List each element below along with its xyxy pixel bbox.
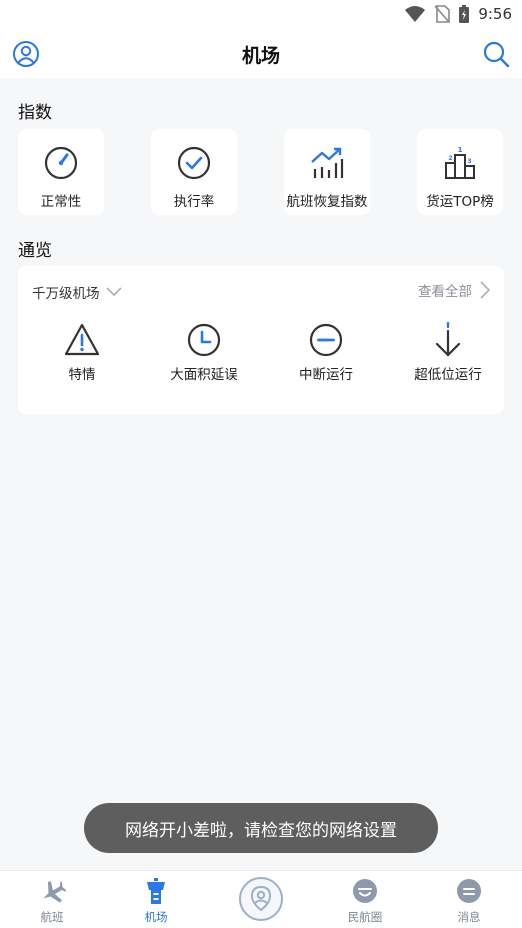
search-icon[interactable] xyxy=(482,40,510,68)
nav-center-button[interactable] xyxy=(239,877,283,921)
overview-item-special-situation[interactable]: 特情 xyxy=(27,322,137,386)
no-sim-icon xyxy=(434,5,451,23)
index-card-label: 航班恢复指数 xyxy=(286,194,368,210)
index-card-label: 货运TOP榜 xyxy=(426,194,494,210)
clock-icon xyxy=(187,323,221,357)
overview-item-label: 大面积延误 xyxy=(170,367,238,383)
status-bar: 9:56 xyxy=(0,0,522,30)
airport-level-dropdown-label: 千万级机场 xyxy=(32,286,100,302)
chevron-right-icon xyxy=(480,281,490,299)
overview-item-label: 中断运行 xyxy=(299,367,353,383)
index-card-label: 正常性 xyxy=(40,194,82,210)
overview-item-label: 特情 xyxy=(68,367,96,383)
trend-chart-icon xyxy=(311,147,344,178)
location-person-icon xyxy=(250,885,272,912)
gauge-icon xyxy=(44,146,78,180)
check-circle-icon xyxy=(177,146,211,180)
network-error-toast: 网络开小差啦，请检查您的网络设置 xyxy=(84,803,438,853)
overview-item-interrupted[interactable]: 中断运行 xyxy=(271,322,381,386)
overview-item-large-delay[interactable]: 大面积延误 xyxy=(149,322,259,386)
chevron-down-icon xyxy=(105,287,122,297)
index-card-cargo-top[interactable]: 1 2 3 货运TOP榜 xyxy=(417,129,503,215)
nav-tab-label: 航班 xyxy=(40,910,64,924)
index-card-flight-recovery[interactable]: 航班恢复指数 xyxy=(284,129,370,215)
page-title: 机场 xyxy=(241,45,280,67)
index-card-label: 执行率 xyxy=(173,194,215,210)
index-section-title: 指数 xyxy=(18,103,52,123)
status-icons: 9:56 xyxy=(404,4,512,24)
bottom-nav: 航班 机场 民航圈 消息 xyxy=(0,870,522,928)
view-all-link[interactable]: 查看全部 xyxy=(418,280,490,300)
wifi-icon xyxy=(405,6,426,22)
minus-circle-icon xyxy=(309,323,343,357)
nav-tab-flights[interactable]: 航班 xyxy=(12,877,92,927)
control-tower-icon xyxy=(147,878,165,904)
airplane-icon xyxy=(43,881,66,903)
overview-section-title: 通览 xyxy=(18,241,52,261)
nav-tab-label: 消息 xyxy=(457,910,481,924)
overview-item-ultra-low[interactable]: 超低位运行 xyxy=(393,322,503,386)
svg-text:2: 2 xyxy=(448,155,452,162)
battery-charging-icon xyxy=(459,5,470,23)
arrow-down-icon xyxy=(435,322,461,357)
clock: 9:56 xyxy=(478,5,512,23)
overview-item-label: 超低位运行 xyxy=(414,367,482,383)
message-icon xyxy=(457,879,481,903)
nav-tab-community[interactable]: 民航圈 xyxy=(325,877,405,927)
nav-tab-label: 机场 xyxy=(144,910,168,924)
nav-tab-airport[interactable]: 机场 xyxy=(116,877,196,927)
app-header: 机场 xyxy=(0,30,522,78)
smile-icon xyxy=(353,879,377,903)
index-card-normality[interactable]: 正常性 xyxy=(18,129,104,215)
svg-text:3: 3 xyxy=(467,158,471,165)
nav-tab-messages[interactable]: 消息 xyxy=(429,877,509,927)
podium-icon: 1 2 3 xyxy=(445,146,475,179)
nav-tab-label: 民航圈 xyxy=(347,910,383,924)
index-card-execution-rate[interactable]: 执行率 xyxy=(151,129,237,215)
overview-panel: 千万级机场 查看全部 特情 大面积延误 中断运行 超低位运行 xyxy=(18,266,504,414)
view-all-label: 查看全部 xyxy=(418,284,472,300)
airport-level-dropdown[interactable]: 千万级机场 xyxy=(32,282,122,302)
svg-text:1: 1 xyxy=(458,146,463,154)
warning-icon xyxy=(64,323,100,356)
